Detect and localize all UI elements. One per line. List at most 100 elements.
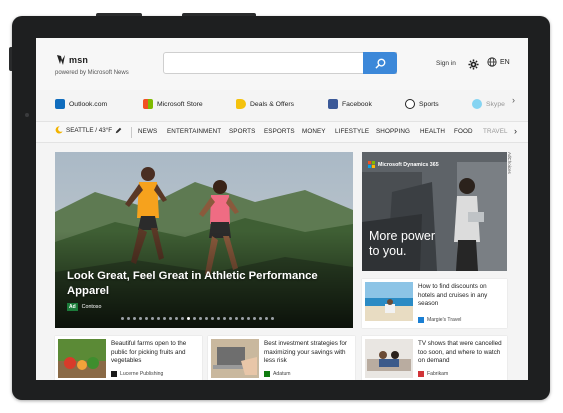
carousel-dot[interactable] xyxy=(217,317,220,320)
carousel-dot[interactable] xyxy=(235,317,238,320)
language-selector[interactable]: EN xyxy=(487,57,510,67)
sign-in-link[interactable]: Sign in xyxy=(436,60,456,67)
msn-butterfly-icon xyxy=(57,55,65,65)
hero-headline[interactable]: Look Great, Feel Great in Athletic Perfo… xyxy=(67,269,327,299)
search-icon xyxy=(374,58,385,69)
quick-link-deals[interactable]: Deals & Offers xyxy=(236,94,294,114)
moon-icon xyxy=(55,126,63,134)
weather-text: SEATTLE / 43°F xyxy=(66,126,113,134)
article-card[interactable]: How to find discounts on hotels and crui… xyxy=(362,279,507,328)
ad-headline-line-2: to you. xyxy=(369,244,407,258)
category-esports[interactable]: ESPORTS xyxy=(264,128,295,135)
ad-brand: Microsoft Dynamics 365 xyxy=(368,161,439,168)
article-title[interactable]: Best investment strategies for maximizin… xyxy=(264,340,352,366)
carousel-dot[interactable] xyxy=(199,317,202,320)
article-title[interactable]: How to find discounts on hotels and crui… xyxy=(418,283,502,309)
language-label: EN xyxy=(500,58,510,66)
gear-icon xyxy=(468,59,479,70)
quick-link-sports[interactable]: Sports xyxy=(405,94,439,114)
category-shopping[interactable]: SHOPPING xyxy=(376,128,410,135)
carousel-dot[interactable] xyxy=(133,317,136,320)
quick-link-store[interactable]: Microsoft Store xyxy=(143,94,203,114)
carousel-dot[interactable] xyxy=(271,317,274,320)
publisher-icon xyxy=(418,317,424,323)
carousel-dot[interactable] xyxy=(151,317,154,320)
carousel-dot[interactable] xyxy=(259,317,262,320)
quick-link-skype[interactable]: Skype xyxy=(472,94,505,114)
category-food[interactable]: FOOD xyxy=(454,128,473,135)
quick-links-bar: Outlook.com Microsoft Store Deals & Offe… xyxy=(36,94,528,114)
carousel-dot[interactable] xyxy=(265,317,268,320)
carousel-dot[interactable] xyxy=(193,317,196,320)
carousel-dot[interactable] xyxy=(205,317,208,320)
article-card[interactable]: Beautiful farms open to the public for p… xyxy=(55,336,202,380)
carousel-dot[interactable] xyxy=(163,317,166,320)
carousel-dot[interactable] xyxy=(223,317,226,320)
article-source: Lucerne Publishing xyxy=(111,371,163,377)
deals-icon xyxy=(236,99,246,109)
category-lifestyle[interactable]: LIFESTYLE xyxy=(335,128,369,135)
category-money[interactable]: MONEY xyxy=(302,128,326,135)
carousel-dot[interactable] xyxy=(253,317,256,320)
carousel-dot[interactable] xyxy=(145,317,148,320)
quick-links-next-button[interactable]: › xyxy=(512,95,515,105)
hero-source-name: Contoso xyxy=(81,304,102,310)
header: msn powered by Microsoft News Sign in EN xyxy=(36,38,528,90)
quick-link-label: Skype xyxy=(486,100,505,108)
laptop-image xyxy=(211,339,259,378)
settings-button[interactable] xyxy=(468,57,479,75)
ad-headline-line-1: More power xyxy=(369,229,435,243)
quick-link-label: Outlook.com xyxy=(69,100,108,108)
carousel-dot[interactable] xyxy=(187,317,190,320)
store-icon xyxy=(143,99,153,109)
carousel-dot[interactable] xyxy=(229,317,232,320)
category-sports[interactable]: SPORTS xyxy=(229,128,255,135)
sports-icon xyxy=(405,99,415,109)
weather-widget[interactable]: SEATTLE / 43°F xyxy=(55,126,122,134)
skype-icon xyxy=(472,99,482,109)
article-thumbnail xyxy=(211,339,259,378)
carousel-dot[interactable] xyxy=(181,317,184,320)
article-source-name: Margie's Travel xyxy=(427,317,462,323)
category-health[interactable]: HEALTH xyxy=(420,128,445,135)
search-input[interactable] xyxy=(163,52,397,74)
category-travel[interactable]: TRAVEL xyxy=(483,128,508,135)
carousel-dot[interactable] xyxy=(127,317,130,320)
microsoft-logo-icon xyxy=(368,161,375,168)
carousel-indicators[interactable] xyxy=(121,317,274,320)
carousel-dot[interactable] xyxy=(175,317,178,320)
ad-badge: Ad xyxy=(67,303,78,311)
carousel-dot[interactable] xyxy=(121,317,124,320)
dynamics-ad[interactable]: Microsoft Dynamics 365 More power to you… xyxy=(362,152,507,271)
categories-next-button[interactable]: › xyxy=(514,126,517,136)
quick-link-outlook[interactable]: Outlook.com xyxy=(55,94,107,114)
ad-headline: More power to you. xyxy=(369,229,435,259)
quick-link-facebook[interactable]: Facebook xyxy=(328,94,372,114)
carousel-dot[interactable] xyxy=(139,317,142,320)
article-card[interactable]: TV shows that were cancelled too soon, a… xyxy=(362,336,507,380)
farm-produce-image xyxy=(58,339,106,378)
article-title[interactable]: TV shows that were cancelled too soon, a… xyxy=(418,340,504,366)
adchoices-link[interactable]: AdChoices xyxy=(507,152,515,182)
category-news[interactable]: NEWS xyxy=(138,128,157,135)
quick-link-label: Facebook xyxy=(342,100,372,108)
article-source: Fabrikam xyxy=(418,371,448,377)
search-button[interactable] xyxy=(363,52,397,74)
article-source: Adatum xyxy=(264,371,291,377)
article-title[interactable]: Beautiful farms open to the public for p… xyxy=(111,340,199,366)
hero-carousel[interactable]: Look Great, Feel Great in Athletic Perfo… xyxy=(55,152,353,328)
article-card[interactable]: Best investment strategies for maximizin… xyxy=(208,336,355,380)
publisher-icon xyxy=(111,371,117,377)
carousel-dot[interactable] xyxy=(211,317,214,320)
category-entertainment[interactable]: ENTERTAINMENT xyxy=(167,128,221,135)
carousel-dot[interactable] xyxy=(169,317,172,320)
msn-logo[interactable]: msn xyxy=(55,54,88,66)
article-thumbnail xyxy=(365,282,413,321)
browser-screen: msn powered by Microsoft News Sign in EN… xyxy=(36,38,528,380)
carousel-dot[interactable] xyxy=(247,317,250,320)
carousel-dot[interactable] xyxy=(157,317,160,320)
carousel-dot[interactable] xyxy=(241,317,244,320)
edit-icon[interactable] xyxy=(115,127,122,134)
couch-tv-image xyxy=(365,339,413,378)
power-button xyxy=(182,13,256,16)
